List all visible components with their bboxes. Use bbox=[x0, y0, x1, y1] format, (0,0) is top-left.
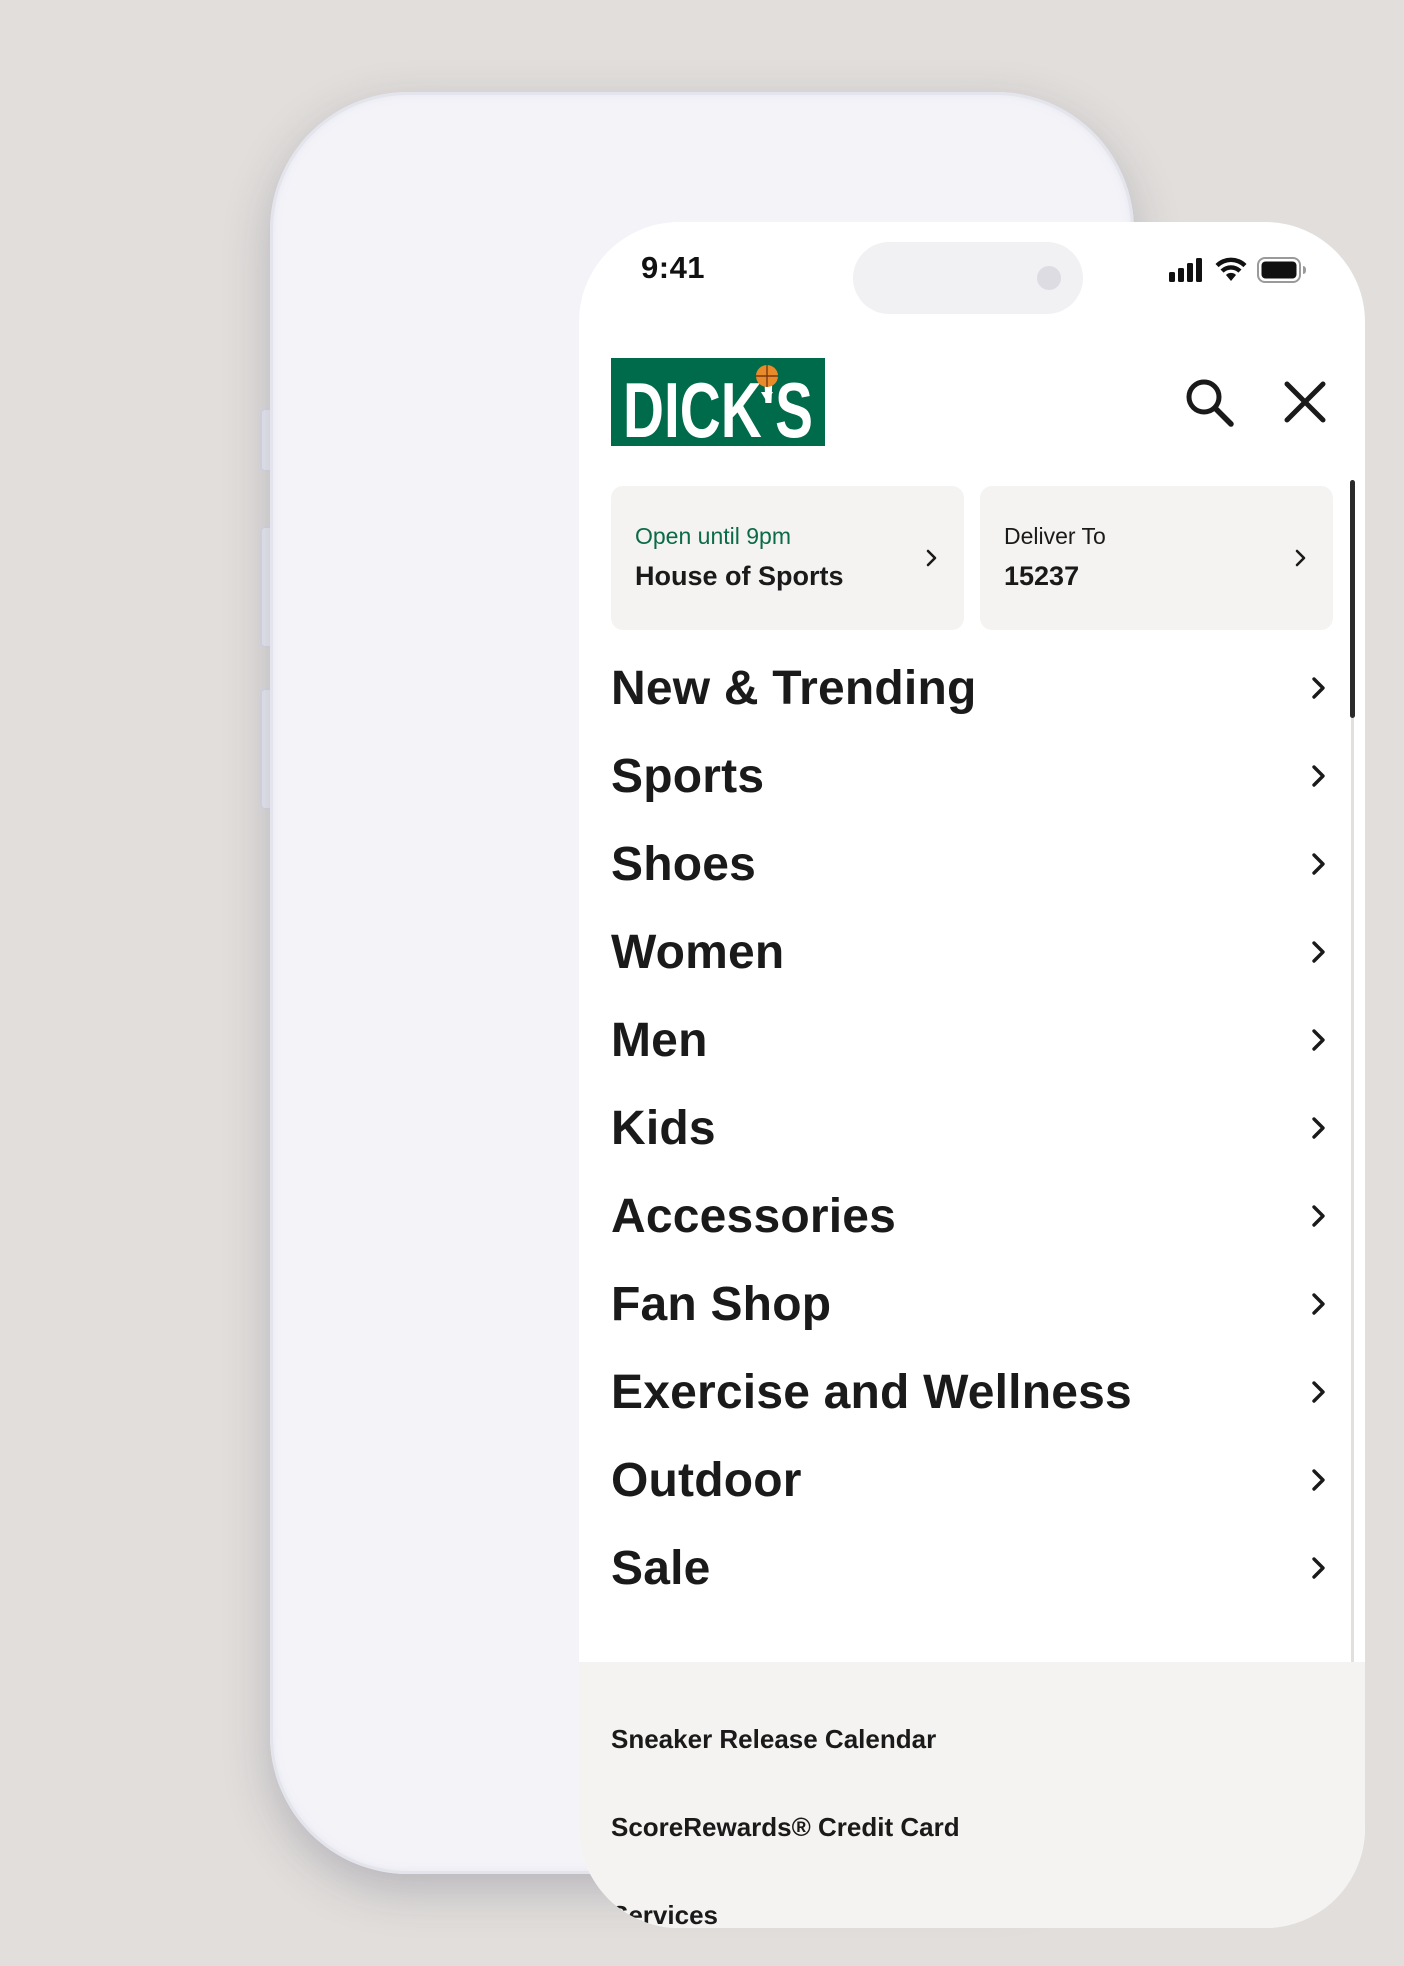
store-name: House of Sports bbox=[635, 561, 844, 591]
menu-item-exercise-wellness[interactable]: Exercise and Wellness bbox=[611, 1348, 1333, 1436]
chevron-right-icon bbox=[1312, 941, 1325, 963]
menu-item-sports[interactable]: Sports bbox=[611, 732, 1333, 820]
menu-item-shoes[interactable]: Shoes bbox=[611, 820, 1333, 908]
delivery-zip: 15237 bbox=[1004, 561, 1080, 591]
menu-item-label: Kids bbox=[611, 1101, 716, 1155]
menu-item-outdoor[interactable]: Outdoor bbox=[611, 1436, 1333, 1524]
scorerewards-credit-card-link[interactable]: ScoreRewards® Credit Card bbox=[611, 1812, 960, 1843]
chevron-right-icon bbox=[1295, 549, 1306, 567]
dynamic-island bbox=[853, 242, 1083, 314]
menu-item-women[interactable]: Women bbox=[611, 908, 1333, 996]
camera-dot bbox=[1037, 266, 1061, 290]
search-icon bbox=[1186, 379, 1234, 427]
chevron-right-icon bbox=[1312, 1117, 1325, 1139]
chevron-right-icon bbox=[926, 549, 937, 567]
deliver-to-label: Deliver To bbox=[1004, 523, 1106, 549]
chevron-right-icon bbox=[1312, 765, 1325, 787]
status-icons bbox=[1169, 256, 1307, 284]
dicks-logo[interactable]: DICK'S bbox=[611, 358, 825, 454]
chevron-right-icon bbox=[1312, 1029, 1325, 1051]
scrollbar-thumb[interactable] bbox=[1350, 480, 1355, 718]
services-link[interactable]: Services bbox=[611, 1900, 718, 1928]
menu-item-label: Accessories bbox=[611, 1189, 897, 1243]
menu-item-label: Sale bbox=[611, 1541, 711, 1595]
status-time: 9:41 bbox=[641, 250, 706, 285]
chevron-right-icon bbox=[1312, 1557, 1325, 1579]
menu-item-label: Sports bbox=[611, 749, 765, 803]
menu-item-label: Fan Shop bbox=[611, 1277, 832, 1331]
wifi-icon bbox=[1215, 257, 1247, 281]
footer-links: Sneaker Release Calendar ScoreRewards® C… bbox=[579, 1662, 1365, 1928]
svg-text:DICK'S: DICK'S bbox=[623, 366, 813, 446]
menu-item-kids[interactable]: Kids bbox=[611, 1084, 1333, 1172]
store-hours: Open until 9pm bbox=[635, 523, 791, 549]
delivery-location-card[interactable]: Deliver To 15237 bbox=[980, 486, 1333, 630]
chevron-right-icon bbox=[1312, 853, 1325, 875]
menu-item-sale[interactable]: Sale bbox=[611, 1524, 1333, 1612]
battery-icon bbox=[1257, 257, 1306, 283]
menu-item-label: Exercise and Wellness bbox=[611, 1365, 1132, 1419]
chevron-right-icon bbox=[1312, 1205, 1325, 1227]
close-button[interactable] bbox=[1273, 370, 1337, 434]
menu-item-label: Men bbox=[611, 1013, 708, 1067]
phone-frame: 9:41 DICK'S Open until 9pm House of Spor… bbox=[270, 92, 1365, 1928]
chevron-right-icon bbox=[1312, 1381, 1325, 1403]
menu-item-label: New & Trending bbox=[611, 661, 977, 715]
signal-icon bbox=[1169, 258, 1202, 282]
store-selector-card[interactable]: Open until 9pm House of Sports bbox=[611, 486, 964, 630]
menu-item-accessories[interactable]: Accessories bbox=[611, 1172, 1333, 1260]
chevron-right-icon bbox=[1312, 677, 1325, 699]
category-menu: New & Trending Sports Shoes Women Men Ki… bbox=[611, 644, 1333, 1612]
phone-screen: 9:41 DICK'S Open until 9pm House of Spor… bbox=[579, 222, 1365, 1928]
menu-item-label: Outdoor bbox=[611, 1453, 802, 1507]
chevron-right-icon bbox=[1312, 1293, 1325, 1315]
menu-item-men[interactable]: Men bbox=[611, 996, 1333, 1084]
sneaker-release-calendar-link[interactable]: Sneaker Release Calendar bbox=[611, 1724, 936, 1755]
menu-item-new-trending[interactable]: New & Trending bbox=[611, 644, 1333, 732]
menu-item-label: Women bbox=[611, 925, 785, 979]
menu-item-label: Shoes bbox=[611, 837, 757, 891]
chevron-right-icon bbox=[1312, 1469, 1325, 1491]
search-button[interactable] bbox=[1177, 370, 1241, 434]
menu-item-fan-shop[interactable]: Fan Shop bbox=[611, 1260, 1333, 1348]
close-icon bbox=[1284, 381, 1326, 423]
